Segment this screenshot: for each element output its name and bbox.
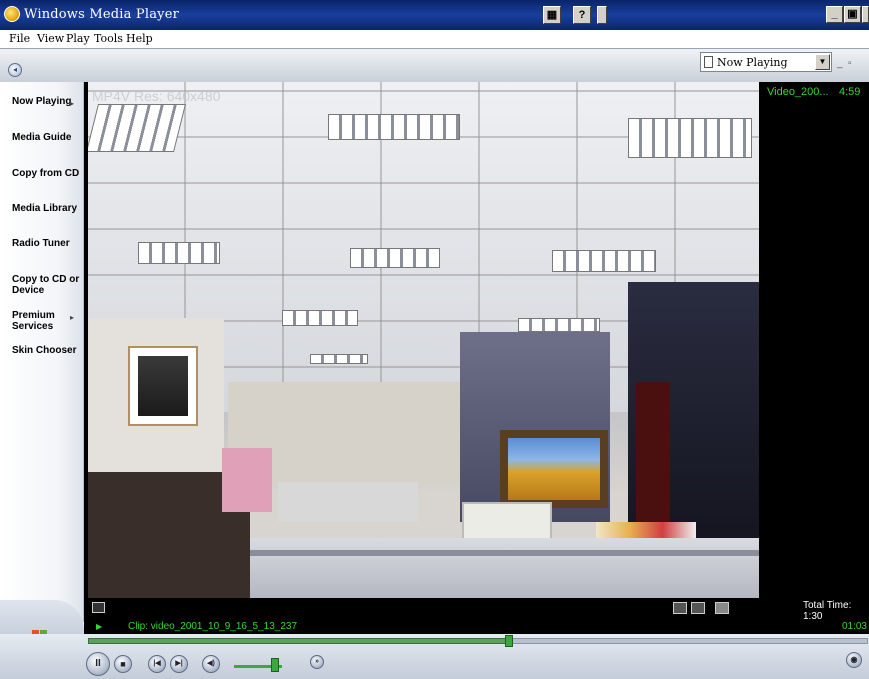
help-button[interactable]: ? xyxy=(573,6,591,24)
switch-skin-mode-button[interactable]: ◉ xyxy=(846,652,862,668)
sidebar-item-label: Radio Tuner xyxy=(12,238,70,249)
red-window xyxy=(636,382,670,522)
transport-controls: II ■ |◀ ▶| ◀) » ◉ xyxy=(0,634,869,679)
ceiling-light xyxy=(328,114,460,140)
video-frame xyxy=(88,82,759,598)
menu-help[interactable]: Help xyxy=(126,32,153,45)
sidebar-item-label: Skin Chooser xyxy=(12,345,77,356)
sidebar-item-label: Media Library xyxy=(12,203,78,214)
video-resolution-overlay: MP4V Res: 640x480 xyxy=(92,88,221,104)
media-player-icon xyxy=(4,6,20,22)
menu-bar: File View Play Tools Help xyxy=(0,30,869,48)
ceiling-light xyxy=(88,104,186,152)
document-icon xyxy=(704,56,713,68)
minimize-button[interactable]: _ xyxy=(826,6,843,23)
sidebar-item-label: Copy from CD xyxy=(12,168,80,179)
sidebar-item-label: Now Playing xyxy=(12,96,72,107)
menu-file[interactable]: File xyxy=(9,32,30,45)
monitors xyxy=(278,482,418,522)
sidebar-item-skin-chooser[interactable]: Skin Chooser xyxy=(12,345,80,356)
clip-name: Clip: video_2001_10_9_16_5_13_237 xyxy=(128,621,298,632)
sidebar-item-label: Premium Services xyxy=(12,310,55,332)
ceiling-light xyxy=(552,250,656,272)
status-bar: ▶ Clip: video_2001_10_9_16_5_13_237 01:0… xyxy=(84,620,869,634)
video-toolbar xyxy=(84,598,763,620)
maximize-button[interactable]: ▣ xyxy=(844,6,861,23)
visualization-prev-icon[interactable] xyxy=(673,602,687,614)
playlist-panel: Video_200... 4:59 Total Time: 1:30 xyxy=(763,82,869,622)
previous-button[interactable]: |◀ xyxy=(148,655,166,673)
ceiling-light xyxy=(310,354,368,364)
sidebar-item-radio-tuner[interactable]: Radio Tuner xyxy=(12,238,80,249)
sidebar-item-copy-from-cd[interactable]: Copy from CD xyxy=(12,168,80,179)
sidebar-item-premium-services[interactable]: Premium Services ▸ xyxy=(12,310,80,332)
taskbar-sidebar: Now Playing ▸ Media Guide Copy from CD M… xyxy=(0,82,84,622)
mute-button[interactable]: ◀) xyxy=(202,655,220,673)
desk-edge xyxy=(250,550,759,556)
video-display[interactable]: MP4V Res: 640x480 xyxy=(84,82,763,602)
playlist-item-title[interactable]: Video_200... xyxy=(767,86,829,98)
menu-play[interactable]: Play xyxy=(66,32,90,45)
minimize-pane-button[interactable]: _ xyxy=(837,58,843,69)
seek-bar-progress xyxy=(88,638,509,644)
window-title: Windows Media Player xyxy=(24,7,180,22)
ceiling-light xyxy=(138,242,220,264)
seek-bar-thumb[interactable] xyxy=(505,635,513,647)
title-bar: Windows Media Player ▦ ? _ ▣ xyxy=(0,0,869,30)
playlist-item-duration: 4:59 xyxy=(839,86,861,98)
pink-panel xyxy=(222,448,272,512)
close-button[interactable] xyxy=(862,6,869,23)
ceiling-light xyxy=(518,318,600,332)
sunflower-painting xyxy=(500,430,608,508)
wall-painting xyxy=(128,346,198,426)
pause-button[interactable]: II xyxy=(86,652,110,676)
elapsed-time: 01:03 xyxy=(841,621,867,632)
chevron-right-icon: ▸ xyxy=(70,313,75,322)
visualization-next-icon[interactable] xyxy=(691,602,705,614)
mini-mode-button[interactable]: ▦ xyxy=(543,6,561,24)
now-playing-select-label: Now Playing xyxy=(717,56,788,69)
sidebar-item-copy-to-cd[interactable]: Copy to CD or Device xyxy=(12,274,80,296)
next-button[interactable]: ▶| xyxy=(170,655,188,673)
volume-thumb[interactable] xyxy=(271,658,279,672)
menu-view[interactable]: View xyxy=(37,32,64,45)
now-playing-select[interactable]: Now Playing ▼ xyxy=(700,52,832,72)
visualization-select-icon[interactable] xyxy=(715,602,729,614)
fast-forward-button[interactable]: » xyxy=(310,655,324,669)
cubicle-desks xyxy=(250,538,759,598)
sidebar-item-label: Media Guide xyxy=(12,132,72,143)
menu-tools[interactable]: Tools xyxy=(94,32,123,45)
fullscreen-icon[interactable] xyxy=(92,602,105,613)
chevron-right-icon: ▸ xyxy=(70,99,75,108)
sidebar-item-label: Copy to CD or Device xyxy=(12,274,80,296)
restore-pane-button[interactable]: ▫ xyxy=(848,58,852,69)
playing-indicator-icon: ▶ xyxy=(96,622,103,631)
dropdown-button[interactable] xyxy=(597,6,607,24)
total-time: Total Time: 1:30 xyxy=(803,600,852,622)
sidebar-item-now-playing[interactable]: Now Playing ▸ xyxy=(12,96,80,108)
sidebar-item-media-library[interactable]: Media Library xyxy=(12,203,80,214)
hide-taskbar-button[interactable]: ◂ xyxy=(8,63,22,77)
stop-button[interactable]: ■ xyxy=(114,655,132,673)
ceiling-light xyxy=(350,248,440,268)
chevron-down-icon[interactable]: ▼ xyxy=(815,54,830,70)
ceiling-light xyxy=(282,310,358,326)
ceiling-light xyxy=(628,118,752,158)
sidebar-item-media-guide[interactable]: Media Guide xyxy=(12,132,80,143)
